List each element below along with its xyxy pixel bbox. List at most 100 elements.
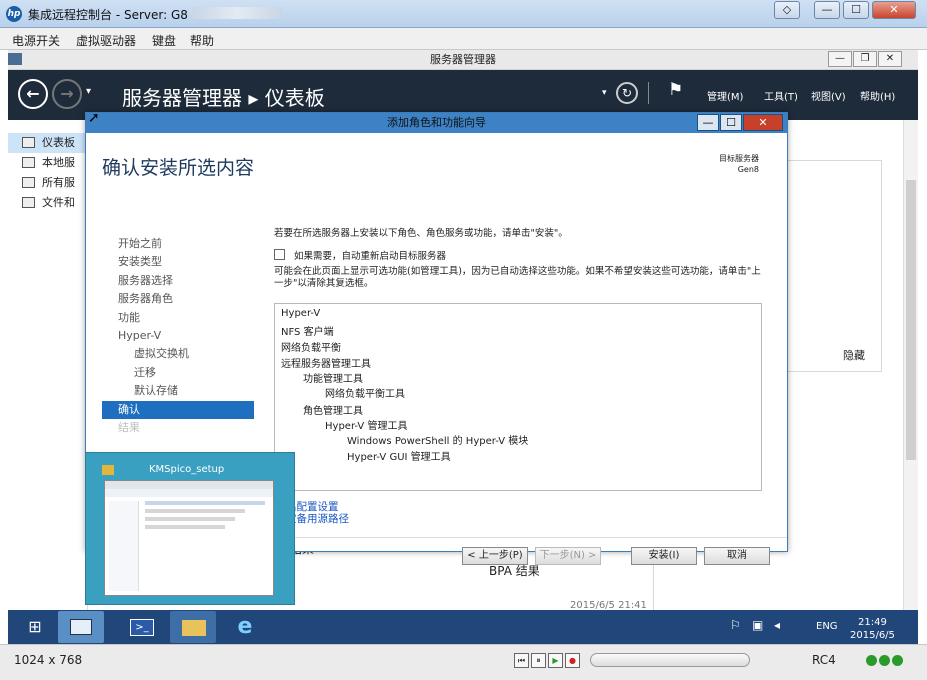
hp-logo-icon: hp: [6, 6, 22, 22]
menu-bar: 电源开关 虚拟驱动器 键盘 帮助: [0, 28, 927, 50]
wizard-step[interactable]: 功能: [102, 309, 254, 327]
taskbar-thumbnail[interactable]: KMSpico_setup: [85, 452, 295, 605]
status-bar: 1024 x 768 ⏮ ⏸ ▶ ● RC4: [0, 644, 927, 680]
wizard-step[interactable]: 虚拟交换机: [102, 345, 254, 363]
export-settings-link[interactable]: 出配置设置: [286, 501, 349, 513]
separator: [648, 82, 649, 104]
remote-desktop: 服务器管理器 — ❐ ✕ ← → ▾ 服务器管理器 ▸ 仪表板 ▾ ↻ ⚑ 管理…: [8, 50, 918, 644]
rewind-icon[interactable]: ⏮: [514, 653, 529, 668]
wizard-step[interactable]: Hyper-V: [102, 327, 254, 345]
wizard-step[interactable]: 确认: [102, 400, 254, 419]
menu-manage[interactable]: 管理(M): [707, 88, 743, 103]
sm-close-button[interactable]: ✕: [878, 51, 902, 67]
back-arrow-icon[interactable]: ←: [18, 79, 48, 109]
wizard-step[interactable]: 服务器选择: [102, 272, 254, 290]
menu-help[interactable]: 帮助: [190, 32, 214, 49]
preview-titlebar: [105, 481, 273, 489]
menu-tools[interactable]: 工具(T): [764, 88, 798, 103]
hide-link[interactable]: 隐藏: [843, 347, 865, 363]
instruction-text: 若要在所选服务器上安装以下角色、角色服务或功能，请单击"安装"。: [274, 228, 568, 239]
wizard-close-button[interactable]: ✕: [743, 114, 783, 131]
status-dot-icon: [866, 655, 877, 666]
wizard-minimize-button[interactable]: —: [697, 114, 719, 131]
maximize-button[interactable]: ☐: [843, 1, 869, 19]
powershell-taskbar-icon[interactable]: >_: [118, 611, 164, 643]
thumbnail-title: KMSpico_setup: [149, 464, 225, 475]
resolution-label: 1024 x 768: [14, 653, 83, 667]
selection-item: Windows PowerShell 的 Hyper-V 模块: [347, 436, 529, 447]
scrollbar-thumb[interactable]: [906, 180, 916, 460]
explorer-taskbar-icon[interactable]: [170, 611, 216, 643]
clock-time: 21:49: [858, 617, 887, 628]
restart-checkbox[interactable]: [274, 249, 285, 260]
optional-features-note: 可能会在此页面上显示可选功能(如管理工具)，因为已自动选择这些功能。如果不希望安…: [274, 266, 761, 289]
network-icon[interactable]: ▣: [752, 618, 763, 632]
server-manager-nav: 仪表板 本地服 所有服 文件和: [8, 120, 88, 644]
nav-item-dashboard[interactable]: 仪表板: [8, 133, 88, 153]
preview-row: [145, 509, 245, 513]
vertical-scrollbar[interactable]: [903, 120, 918, 614]
windows-start-icon[interactable]: ⊞: [12, 611, 58, 643]
menu-power[interactable]: 电源开关: [12, 32, 60, 49]
previous-button[interactable]: < 上一步(P): [462, 547, 528, 565]
wizard-step[interactable]: 安装类型: [102, 253, 254, 271]
alternate-source-link[interactable]: 定备用源路径: [286, 513, 349, 525]
flag-tray-icon[interactable]: ⚐: [730, 618, 741, 632]
wizard-step[interactable]: 迁移: [102, 364, 254, 382]
nav-item-local-server[interactable]: 本地服: [8, 153, 88, 173]
forward-arrow-icon[interactable]: →: [52, 79, 82, 109]
preview-row: [145, 517, 235, 521]
nav-item-file-services[interactable]: 文件和: [8, 193, 88, 213]
next-button[interactable]: 下一步(N) >: [535, 547, 601, 565]
minimize-button[interactable]: —: [814, 1, 840, 19]
wizard-step: 结果: [118, 421, 140, 434]
dropdown-icon[interactable]: ▾: [602, 88, 607, 98]
wizard-heading: 确认安装所选内容: [102, 157, 255, 179]
restart-checkbox-label[interactable]: 如果需要，自动重新启动目标服务器: [294, 248, 446, 262]
menu-keyboard[interactable]: 键盘: [152, 32, 176, 49]
language-indicator[interactable]: ENG: [816, 621, 838, 632]
selection-item: Hyper-V GUI 管理工具: [347, 452, 451, 463]
power-status-icon: [892, 655, 903, 666]
thumbnail-preview: [104, 480, 274, 596]
sm-minimize-button[interactable]: —: [828, 51, 852, 67]
selection-item: 远程服务器管理工具: [281, 359, 371, 370]
selection-list: Hyper-V NFS 客户端 网络负载平衡 远程服务器管理工具 功能管理工具 网络负载平…: [274, 303, 762, 491]
install-button[interactable]: 安装(I): [631, 547, 697, 565]
menu-virtual-drive[interactable]: 虚拟驱动器: [76, 32, 136, 49]
powershell-icon: >_: [130, 619, 154, 636]
nav-item-all-servers[interactable]: 所有服: [8, 173, 88, 193]
server-manager-icon: [8, 53, 22, 65]
sm-restore-button[interactable]: ❐: [853, 51, 877, 67]
server-manager-titlebar: 服务器管理器 — ❐ ✕: [8, 50, 918, 70]
close-button[interactable]: ✕: [872, 1, 916, 19]
wizard-step[interactable]: 默认存储: [102, 382, 254, 400]
menu-view[interactable]: 视图(V): [811, 88, 846, 103]
playback-progress[interactable]: [590, 653, 750, 667]
ie-icon[interactable]: e: [222, 611, 268, 643]
restore-icon-button[interactable]: ◇: [774, 1, 800, 19]
folder-icon: [102, 465, 114, 475]
preview-sidebar: [109, 501, 139, 591]
play-icon[interactable]: ▶: [548, 653, 563, 668]
file-services-icon: [22, 197, 35, 208]
menu-help-sm[interactable]: 帮助(H): [860, 88, 895, 103]
pause-icon[interactable]: ⏸: [531, 653, 546, 668]
record-icon[interactable]: ●: [565, 653, 580, 668]
servers-icon: [22, 177, 35, 188]
wizard-step[interactable]: 服务器角色: [102, 290, 254, 308]
window-title-bar: hp 集成远程控制台 - Server: G8 ◇ — ☐ ✕: [0, 0, 927, 28]
wizard-step[interactable]: 开始之前: [102, 235, 254, 253]
server-manager-taskbar-icon[interactable]: [58, 611, 104, 643]
selection-item: Hyper-V 管理工具: [325, 421, 408, 432]
flag-icon[interactable]: ⚑: [668, 80, 683, 100]
clock[interactable]: 21:49 2015/6/5: [850, 616, 895, 642]
volume-icon[interactable]: ◂: [774, 618, 780, 632]
destination-label: 目标服务器: [719, 154, 759, 163]
cancel-button[interactable]: 取消: [704, 547, 770, 565]
history-dropdown-icon[interactable]: ▾: [86, 86, 91, 97]
mouse-cursor-icon: ➚: [88, 110, 100, 126]
refresh-icon[interactable]: ↻: [616, 82, 638, 104]
clock-date: 2015/6/5: [850, 630, 895, 641]
wizard-maximize-button[interactable]: ☐: [720, 114, 742, 131]
